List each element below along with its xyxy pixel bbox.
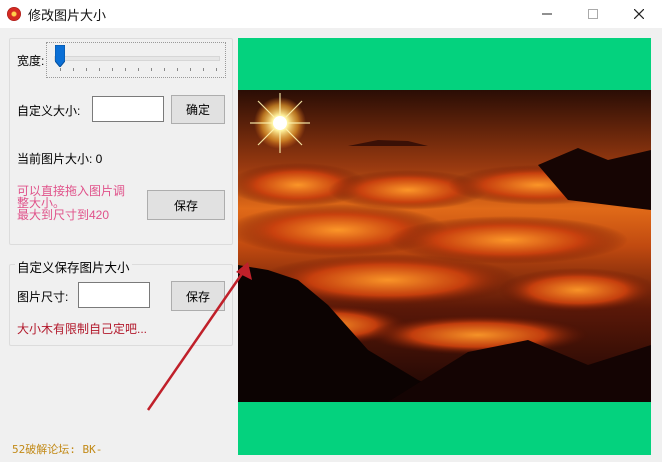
drag-hint-arrow <box>146 262 252 411</box>
width-slider-ticks <box>60 68 218 72</box>
close-icon <box>634 9 644 19</box>
current-size-label: 当前图片大小: 0 <box>17 152 103 166</box>
hint-line-3: 最大到尺寸到420 <box>17 208 110 222</box>
width-label: 宽度: <box>17 54 45 68</box>
save-button[interactable]: 保存 <box>147 190 225 220</box>
minimize-icon <box>542 13 552 15</box>
preview-image <box>238 90 651 402</box>
width-slider-track <box>54 56 220 61</box>
custom-save-group-title: 自定义保存图片大小 <box>15 257 132 276</box>
custom-size-label: 自定义大小: <box>17 104 81 118</box>
window-title: 修改图片大小 <box>28 8 107 23</box>
title-bar: 修改图片大小 <box>0 0 662 28</box>
app-icon <box>7 7 21 21</box>
custom-size-input[interactable] <box>92 96 164 122</box>
width-slider-thumb[interactable] <box>55 45 65 67</box>
confirm-button[interactable]: 确定 <box>171 95 225 124</box>
maximize-button[interactable] <box>570 0 616 28</box>
footer-credit: 52破解论坛: BK- <box>12 443 103 456</box>
minimize-button[interactable] <box>524 0 570 28</box>
maximize-icon <box>588 9 598 19</box>
close-button[interactable] <box>616 0 662 28</box>
size-note: 大小木有限制自己定吧... <box>17 322 148 336</box>
image-size-label: 图片尺寸: <box>17 290 69 304</box>
